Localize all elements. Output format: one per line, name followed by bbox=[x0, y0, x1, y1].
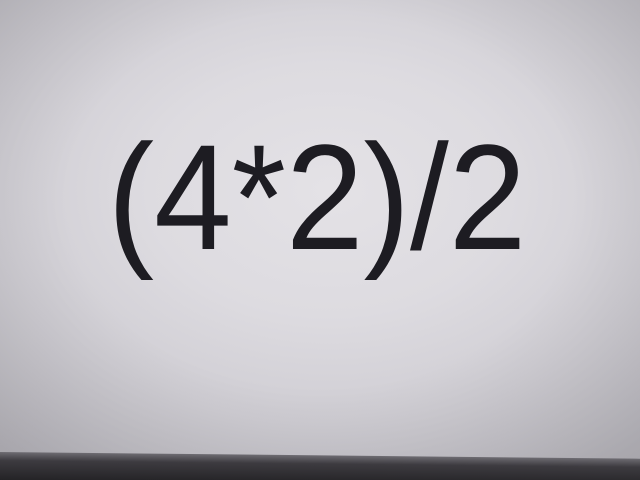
photo: (4*2)/2 bbox=[0, 0, 640, 480]
screen-surface: (4*2)/2 bbox=[0, 0, 640, 460]
math-expression: (4*2)/2 bbox=[107, 113, 527, 281]
